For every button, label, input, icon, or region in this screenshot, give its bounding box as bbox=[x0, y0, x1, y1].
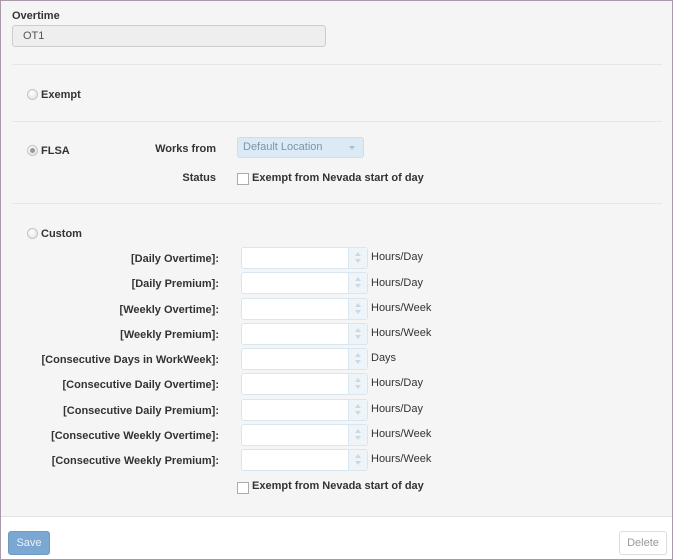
overtime-form: Overtime OT1 Exempt FLSA Works from Defa… bbox=[0, 0, 673, 560]
daily-overtime-label: [Daily Overtime]: bbox=[130, 253, 219, 265]
consecutive-weekly-premium-input[interactable] bbox=[241, 449, 368, 471]
flsa-label: FLSA bbox=[41, 145, 70, 157]
spinner-icon[interactable] bbox=[348, 349, 367, 369]
works-from-select[interactable]: Default Location bbox=[237, 137, 364, 158]
consecutive-weekly-overtime-label: [Consecutive Weekly Overtime]: bbox=[51, 430, 219, 442]
daily-premium-unit: Hours/Day bbox=[371, 277, 423, 289]
consecutive-daily-premium-unit: Hours/Day bbox=[371, 403, 423, 415]
divider bbox=[12, 64, 662, 65]
consecutive-days-unit: Days bbox=[371, 352, 397, 364]
spinner-icon[interactable] bbox=[348, 248, 367, 268]
consecutive-weekly-overtime-input[interactable] bbox=[241, 424, 368, 446]
spinner-icon[interactable] bbox=[348, 299, 367, 319]
consecutive-daily-overtime-label: [Consecutive Daily Overtime]: bbox=[62, 379, 220, 391]
spinner-icon[interactable] bbox=[348, 450, 367, 470]
save-button[interactable]: Save bbox=[8, 531, 50, 555]
weekly-premium-unit: Hours/Week bbox=[371, 327, 432, 339]
weekly-overtime-label: [Weekly Overtime]: bbox=[119, 304, 219, 316]
spinner-icon[interactable] bbox=[348, 324, 367, 344]
overtime-label: Overtime bbox=[12, 10, 60, 22]
spinner-icon[interactable] bbox=[348, 400, 367, 420]
weekly-overtime-unit: Hours/Week bbox=[371, 302, 432, 314]
status-label: Status bbox=[182, 172, 216, 184]
weekly-premium-input[interactable] bbox=[241, 323, 368, 345]
spinner-icon[interactable] bbox=[348, 425, 367, 445]
spinner-icon[interactable] bbox=[348, 374, 367, 394]
chevron-down-icon bbox=[349, 146, 355, 150]
consecutive-days-label: [Consecutive Days in WorkWeek]: bbox=[41, 354, 219, 366]
flsa-nevada-exempt-checkbox[interactable] bbox=[237, 173, 249, 185]
form-footer: Save Delete bbox=[1, 516, 672, 559]
consecutive-days-input[interactable] bbox=[241, 348, 368, 370]
flsa-radio[interactable] bbox=[27, 145, 38, 156]
spinner-icon[interactable] bbox=[348, 273, 367, 293]
custom-label: Custom bbox=[41, 228, 82, 240]
custom-radio[interactable] bbox=[27, 228, 38, 239]
consecutive-daily-overtime-input[interactable] bbox=[241, 373, 368, 395]
custom-nevada-exempt-checkbox[interactable] bbox=[237, 482, 249, 494]
daily-premium-input[interactable] bbox=[241, 272, 368, 294]
consecutive-weekly-premium-label: [Consecutive Weekly Premium]: bbox=[51, 455, 219, 467]
exempt-radio[interactable] bbox=[27, 89, 38, 100]
consecutive-daily-premium-input[interactable] bbox=[241, 399, 368, 421]
divider bbox=[12, 203, 662, 204]
daily-overtime-input[interactable] bbox=[241, 247, 368, 269]
weekly-premium-label: [Weekly Premium]: bbox=[120, 329, 219, 341]
works-from-label: Works from bbox=[155, 143, 216, 155]
flsa-nevada-exempt-label: Exempt from Nevada start of day bbox=[252, 172, 424, 184]
works-from-value: Default Location bbox=[243, 141, 323, 153]
divider bbox=[12, 121, 662, 122]
exempt-label: Exempt bbox=[41, 89, 81, 101]
daily-premium-label: [Daily Premium]: bbox=[131, 278, 219, 290]
consecutive-daily-overtime-unit: Hours/Day bbox=[371, 377, 423, 389]
consecutive-weekly-overtime-unit: Hours/Week bbox=[371, 428, 432, 440]
consecutive-daily-premium-label: [Consecutive Daily Premium]: bbox=[63, 405, 219, 417]
consecutive-weekly-premium-unit: Hours/Week bbox=[371, 453, 432, 465]
custom-nevada-exempt-label: Exempt from Nevada start of day bbox=[252, 480, 424, 492]
delete-button[interactable]: Delete bbox=[619, 531, 667, 555]
daily-overtime-unit: Hours/Day bbox=[371, 251, 423, 263]
overtime-name-field[interactable]: OT1 bbox=[12, 25, 326, 47]
weekly-overtime-input[interactable] bbox=[241, 298, 368, 320]
